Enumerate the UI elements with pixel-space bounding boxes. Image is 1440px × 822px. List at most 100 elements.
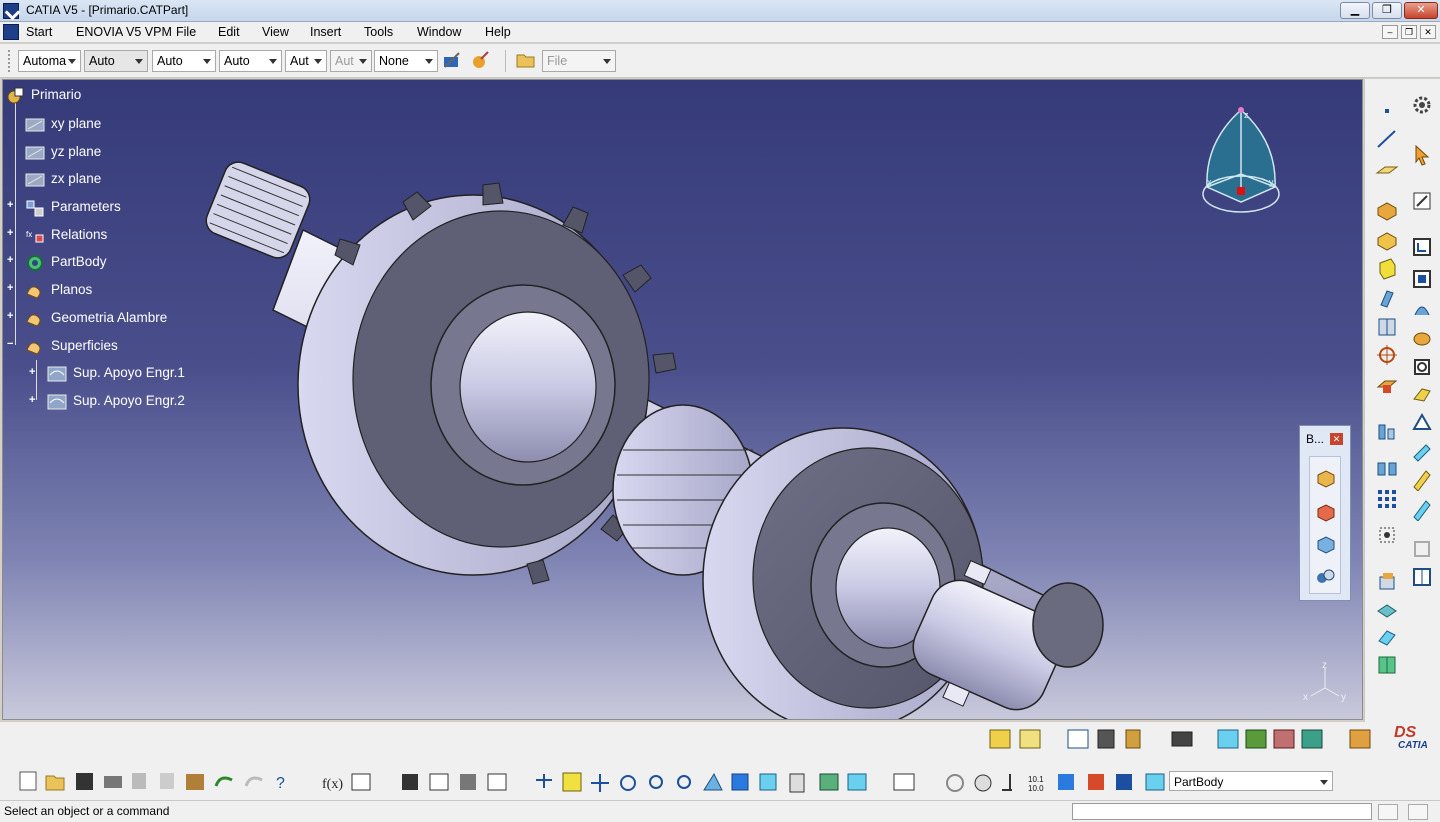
thickness-icon[interactable] bbox=[1375, 569, 1399, 593]
status-bar: Select an object or a command bbox=[0, 800, 1440, 822]
slot-icon[interactable] bbox=[1375, 373, 1399, 397]
properties-painter-icon[interactable] bbox=[469, 49, 491, 71]
floating-toolbar[interactable]: B... ✕ bbox=[1299, 425, 1351, 601]
boolean-add-icon[interactable] bbox=[1314, 533, 1336, 555]
expand-parameters-icon[interactable]: + bbox=[7, 200, 16, 211]
menu-help[interactable]: Help bbox=[485, 25, 511, 39]
rendering-style-combo[interactable]: Aut bbox=[330, 50, 372, 72]
pencil-edit-icon[interactable] bbox=[1410, 467, 1434, 491]
restore-button[interactable]: ❐ bbox=[1372, 2, 1402, 19]
plane-tool-icon[interactable] bbox=[1375, 155, 1399, 179]
surface-icon bbox=[47, 394, 67, 410]
tree-node-label: Superficies bbox=[51, 338, 118, 353]
svg-text:10.1: 10.1 bbox=[1028, 775, 1044, 784]
expand-geometria-icon[interactable]: + bbox=[7, 311, 16, 322]
child-close-button[interactable]: ✕ bbox=[1420, 25, 1436, 39]
menu-window[interactable]: Window bbox=[417, 25, 461, 39]
tree-node-label: Geometria Alambre bbox=[51, 310, 168, 325]
pad-icon[interactable] bbox=[1375, 199, 1399, 223]
menu-file[interactable]: File bbox=[176, 25, 196, 39]
settings-gear-icon[interactable] bbox=[1410, 93, 1434, 117]
open-folder-icon[interactable] bbox=[515, 49, 537, 71]
point-symbol-combo[interactable]: Aut bbox=[285, 50, 327, 72]
layer-combo[interactable]: None bbox=[374, 50, 438, 72]
fill-color-combo[interactable]: Automa bbox=[18, 50, 81, 72]
mirror-icon[interactable] bbox=[1375, 457, 1399, 481]
power-input-field[interactable] bbox=[1072, 803, 1372, 820]
status-settings-button[interactable] bbox=[1408, 804, 1428, 820]
body-selector-combo[interactable]: PartBody bbox=[1169, 771, 1333, 791]
compass-y-label: y bbox=[1269, 177, 1274, 187]
remove-face-icon[interactable] bbox=[1410, 383, 1434, 407]
transparency-combo[interactable]: Auto bbox=[84, 50, 148, 72]
line-type-combo[interactable]: Auto bbox=[219, 50, 282, 72]
3d-viewport[interactable]: Primario xy plane yz plane zx plane + Pa… bbox=[2, 79, 1363, 720]
replace-face-icon[interactable] bbox=[1410, 411, 1434, 435]
expand-sup-apoyo-1-icon[interactable]: + bbox=[29, 367, 38, 378]
menu-start[interactable]: Start bbox=[26, 25, 52, 39]
compass-widget[interactable]: z x y bbox=[1195, 102, 1285, 217]
menu-view[interactable]: View bbox=[262, 25, 289, 39]
floating-toolbar-close[interactable]: ✕ bbox=[1330, 433, 1343, 445]
minimize-button[interactable]: ▁ bbox=[1340, 2, 1370, 19]
sketch-icon[interactable] bbox=[1410, 189, 1434, 213]
menu-enovia[interactable]: ENOVIA V5 VPM bbox=[76, 25, 172, 39]
insert-body-icon[interactable] bbox=[1314, 467, 1336, 489]
select-arrow-icon[interactable] bbox=[1410, 143, 1434, 167]
shaft-icon[interactable] bbox=[1375, 257, 1399, 281]
toolbar-grip[interactable] bbox=[8, 50, 12, 72]
point-icon[interactable] bbox=[1375, 99, 1399, 123]
shell-icon[interactable] bbox=[1410, 327, 1434, 351]
child-restore-button[interactable]: ❐ bbox=[1401, 25, 1417, 39]
graphic-properties-toolbar: Automa Auto Auto Auto Aut Aut None File bbox=[0, 44, 1440, 78]
close-button[interactable]: ✕ bbox=[1404, 2, 1438, 19]
boolean-remove-icon[interactable] bbox=[1314, 565, 1336, 587]
status-toggle-button[interactable] bbox=[1378, 804, 1398, 820]
boolean-assemble-icon[interactable] bbox=[1314, 501, 1336, 523]
plane-icon bbox=[25, 146, 45, 160]
file-combo[interactable]: File bbox=[542, 50, 616, 72]
menu-insert[interactable]: Insert bbox=[310, 25, 341, 39]
catia-app-icon[interactable] bbox=[3, 3, 19, 19]
child-minimize-button[interactable]: – bbox=[1382, 25, 1398, 39]
tree-root-label: Primario bbox=[31, 87, 82, 102]
chamfer-icon[interactable] bbox=[1410, 267, 1434, 291]
line-thickness-combo[interactable]: Auto bbox=[152, 50, 216, 72]
sew-surface-icon[interactable] bbox=[1375, 625, 1399, 649]
draft-icon[interactable] bbox=[1410, 297, 1434, 321]
svg-text:f(x): f(x) bbox=[322, 777, 343, 792]
stiffener-icon[interactable] bbox=[1375, 419, 1399, 443]
hole-icon[interactable] bbox=[1375, 315, 1399, 339]
scale-icon[interactable] bbox=[1375, 523, 1399, 547]
tree-node-label: PartBody bbox=[51, 254, 107, 269]
expand-sup-apoyo-2-icon[interactable]: + bbox=[29, 395, 38, 406]
menu-tools[interactable]: Tools bbox=[364, 25, 393, 39]
pattern-icon[interactable] bbox=[1375, 487, 1399, 511]
expand-relations-icon[interactable]: + bbox=[7, 228, 16, 239]
plane-icon bbox=[25, 118, 45, 132]
document-icon[interactable] bbox=[3, 24, 19, 40]
collapse-superficies-icon[interactable]: − bbox=[7, 339, 16, 350]
line-icon[interactable] bbox=[1375, 127, 1399, 151]
split-icon[interactable] bbox=[1375, 597, 1399, 621]
fillet-icon[interactable] bbox=[1410, 235, 1434, 259]
geometrical-set-icon bbox=[26, 342, 41, 355]
expand-planos-icon[interactable]: + bbox=[7, 283, 16, 294]
upper-toolbar-row bbox=[989, 729, 1371, 749]
parameters-icon bbox=[26, 200, 44, 217]
rib-icon[interactable] bbox=[1375, 343, 1399, 367]
gear-shaft-model[interactable] bbox=[3, 80, 1363, 720]
menu-edit[interactable]: Edit bbox=[218, 25, 240, 39]
groove-icon[interactable] bbox=[1375, 287, 1399, 311]
expand-partbody-icon[interactable]: + bbox=[7, 255, 16, 266]
grid-tool-icon[interactable] bbox=[1410, 565, 1434, 589]
thread-icon[interactable] bbox=[1410, 355, 1434, 379]
format-painter-icon[interactable] bbox=[441, 49, 463, 71]
pocket-icon[interactable] bbox=[1375, 229, 1399, 253]
close-surface-icon[interactable] bbox=[1375, 653, 1399, 677]
measure-icon[interactable] bbox=[1410, 497, 1434, 521]
floating-toolbar-header[interactable]: B... ✕ bbox=[1300, 426, 1350, 450]
svg-text:?: ? bbox=[276, 775, 285, 792]
catia-logo-text: CATIA bbox=[1398, 740, 1428, 751]
annotation-icon[interactable] bbox=[1410, 439, 1434, 463]
